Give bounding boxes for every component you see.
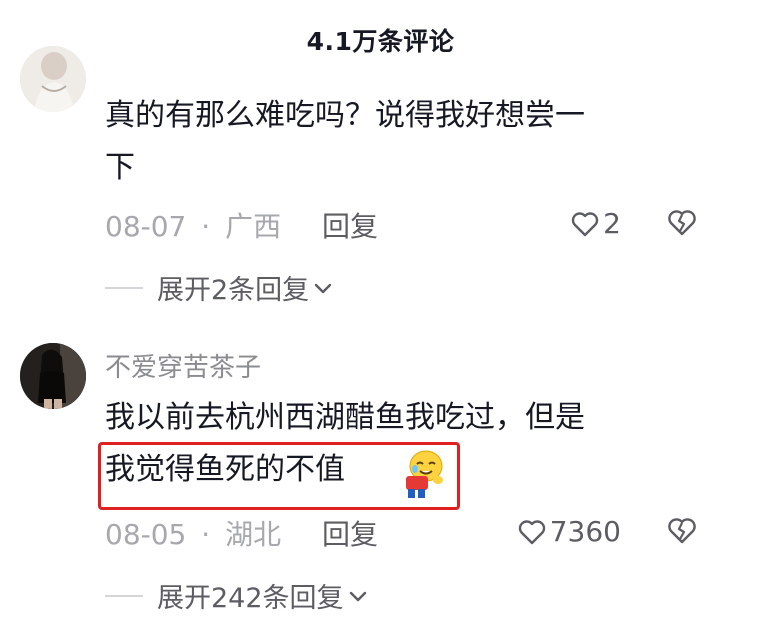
username[interactable]: 不爱穿苦茶子 — [105, 347, 261, 384]
like-button[interactable]: 2 — [571, 207, 621, 240]
divider-line — [105, 594, 143, 597]
comment-line: 我以前去杭州西湖醋鱼我吃过，但是 — [105, 400, 585, 435]
dislike-button[interactable] — [667, 517, 697, 549]
like-count: 7360 — [549, 515, 621, 548]
like-button[interactable]: 7360 — [518, 515, 621, 548]
broken-heart-icon — [668, 210, 696, 236]
comments-count-title: 4.1万条评论 — [306, 27, 455, 56]
avatar[interactable] — [20, 46, 86, 112]
comment-meta: 08-07 · 广西 — [105, 205, 281, 245]
expand-label: 展开242条回复 — [157, 583, 344, 614]
expand-replies[interactable]: 展开2条回复 — [105, 268, 333, 307]
divider-line — [105, 286, 143, 289]
heart-icon — [518, 519, 545, 544]
expand-label: 展开2条回复 — [157, 275, 310, 306]
reply-button[interactable]: 回复 — [322, 205, 378, 245]
meta-separator: · — [201, 518, 211, 551]
comment-meta: 08-05 · 湖北 — [105, 513, 281, 553]
comment-line: 真的有那么难吃吗？说得我好想尝一 — [105, 98, 585, 133]
comment-location: 湖北 — [225, 518, 282, 551]
like-count: 2 — [603, 207, 621, 240]
avatar[interactable] — [20, 343, 86, 409]
comment-text: 真的有那么难吃吗？说得我好想尝一 下 — [105, 90, 585, 194]
chevron-down-icon — [349, 591, 366, 601]
broken-heart-icon — [668, 518, 696, 544]
meta-separator: · — [201, 210, 211, 243]
facepalm-emoji-icon — [396, 446, 450, 504]
comment-line: 下 — [105, 150, 135, 185]
reply-button[interactable]: 回复 — [322, 513, 378, 553]
comment-location: 广西 — [225, 210, 282, 243]
comment-date: 08-05 — [105, 518, 187, 551]
chevron-down-icon — [314, 283, 332, 293]
dislike-button[interactable] — [667, 209, 697, 241]
heart-icon — [571, 211, 599, 236]
comment-date: 08-07 — [105, 210, 187, 243]
expand-replies[interactable]: 展开242条回复 — [105, 576, 368, 615]
